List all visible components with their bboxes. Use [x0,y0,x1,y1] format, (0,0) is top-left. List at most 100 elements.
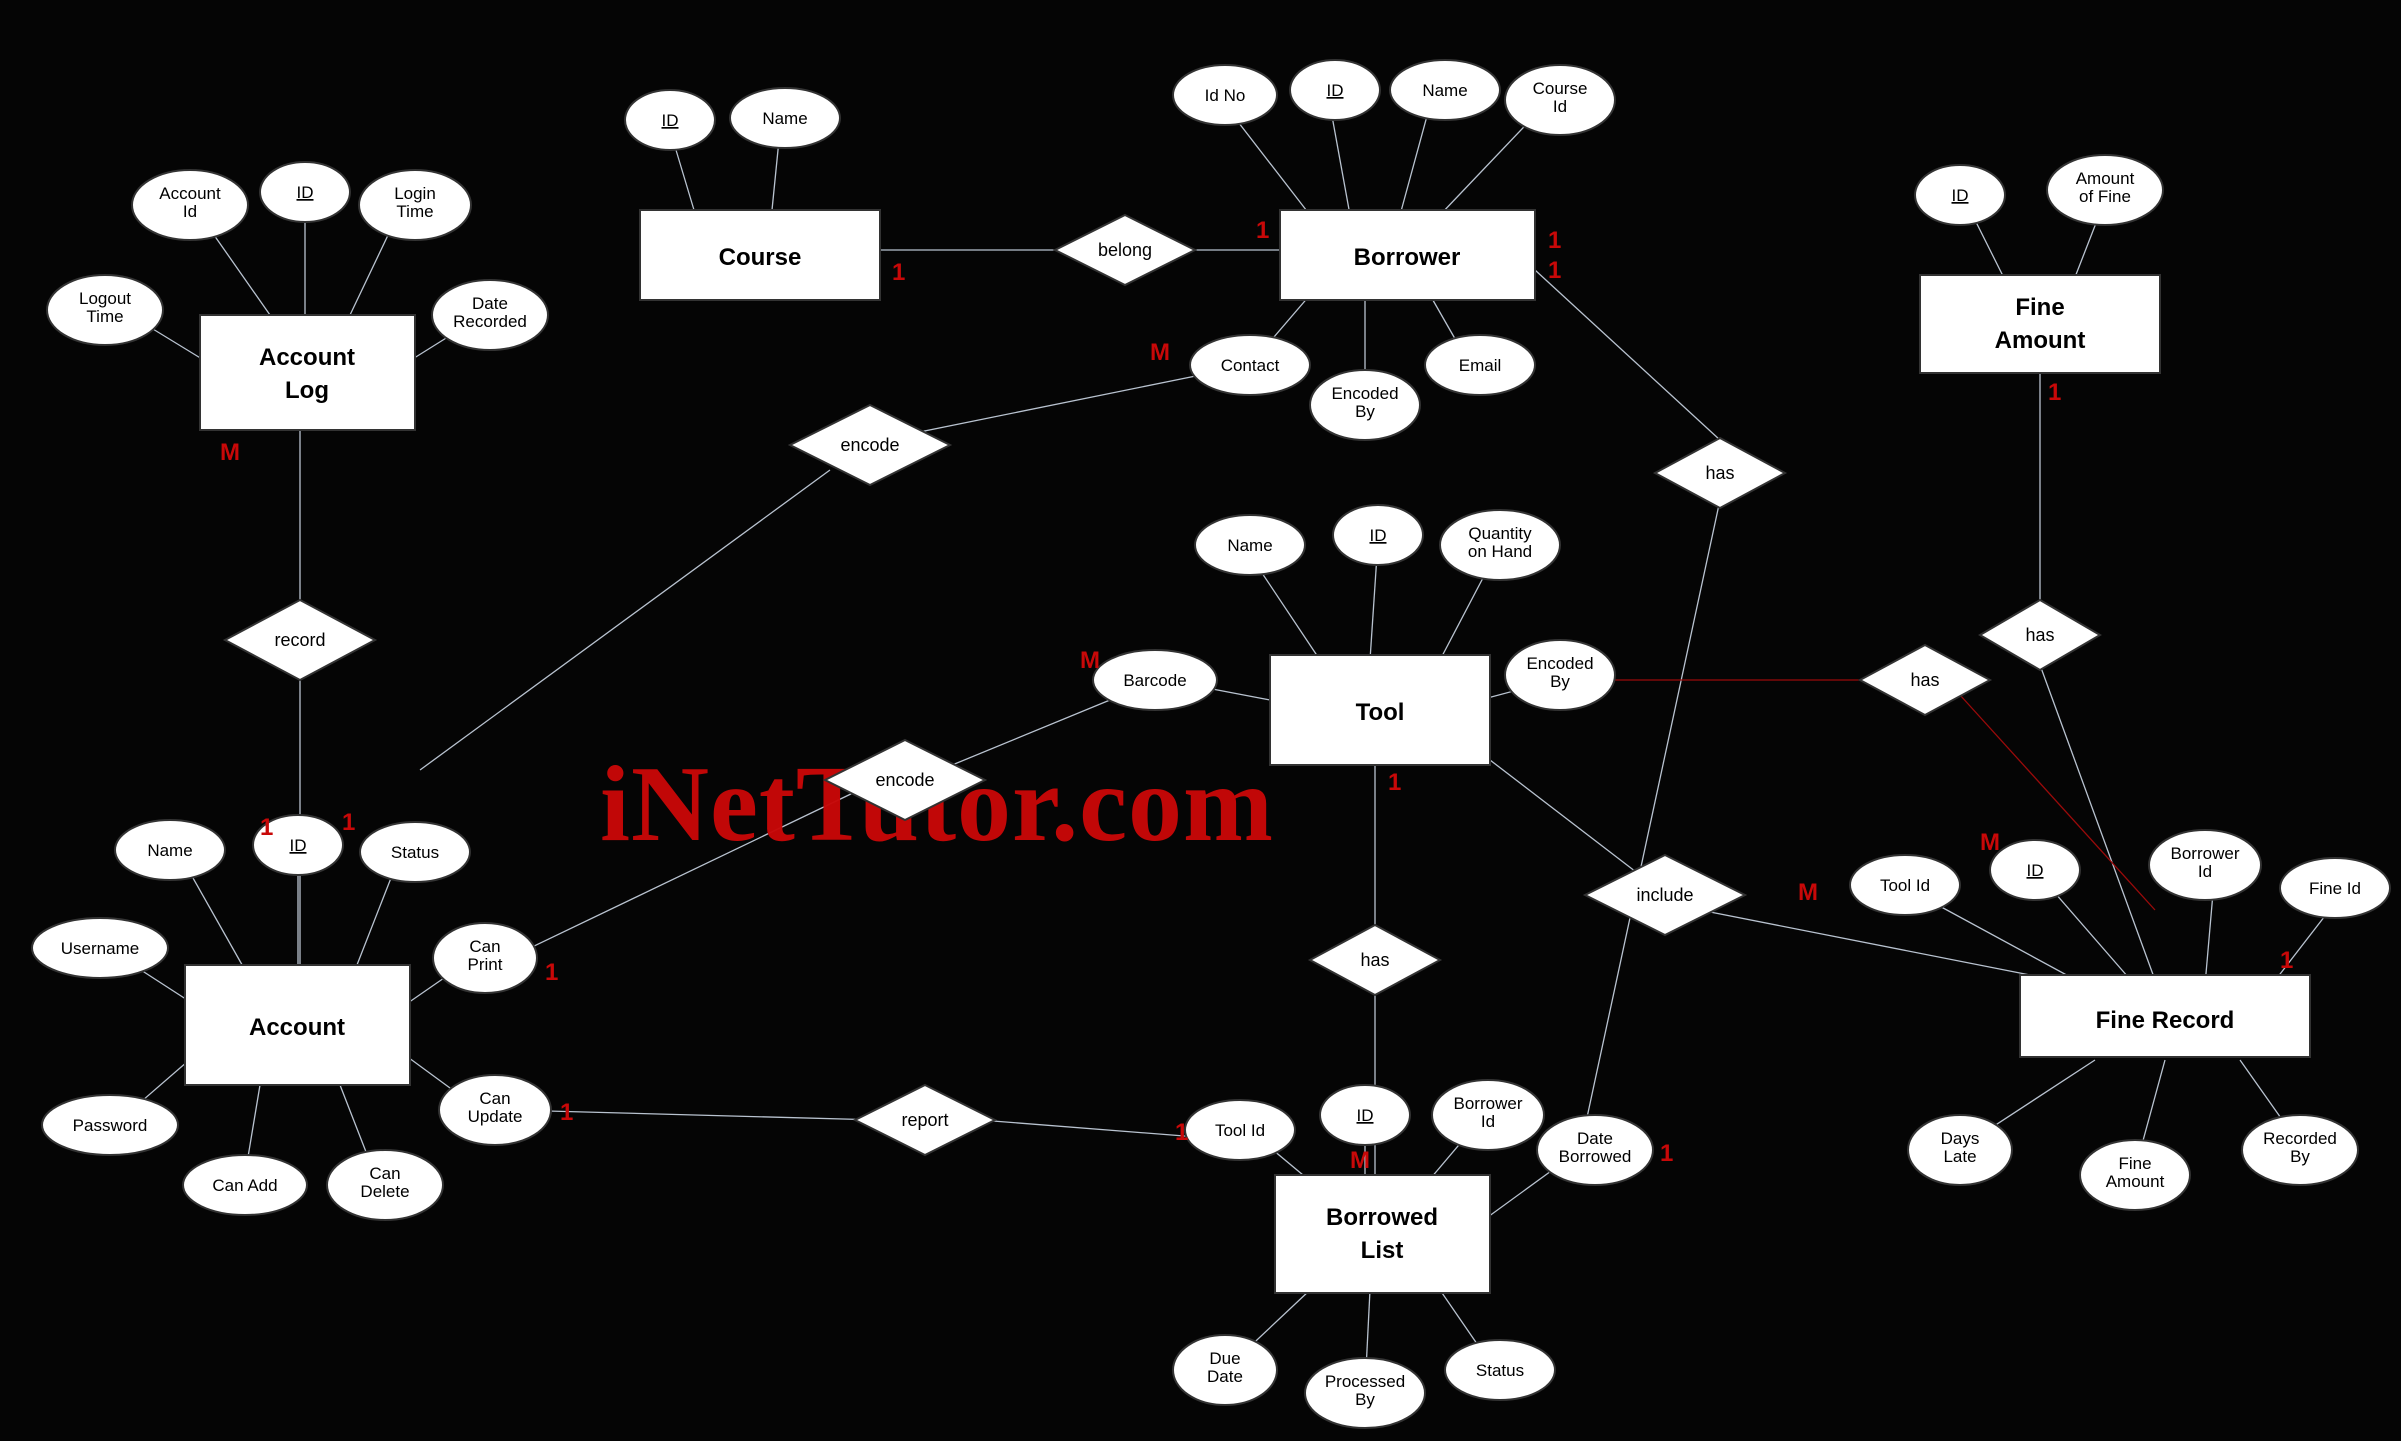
svg-text:Amount: Amount [1995,327,2086,354]
svg-text:Recorded: Recorded [2263,1129,2337,1148]
svg-text:Days: Days [1941,1129,1980,1148]
card-finerecord-has2: M [1980,829,2000,856]
attr-account-candelete: CanDelete [327,1150,443,1220]
svg-text:Date: Date [1207,1367,1243,1386]
rel-has-tool-list: has [1310,925,1440,995]
svg-text:Amount: Amount [2076,169,2135,188]
svg-text:Id: Id [1481,1112,1495,1131]
svg-text:Name: Name [147,841,192,860]
attr-blist-toolid: Tool Id [1185,1100,1295,1160]
svg-text:By: By [1550,672,1570,691]
svg-text:Id: Id [1553,97,1567,116]
attr-blist-processedby: ProcessedBy [1305,1358,1425,1428]
svg-text:Log: Log [285,377,329,404]
rel-has-fineamount-record: has [1980,600,2100,670]
entity-course: Course [640,210,880,300]
attr-account-canupdate: CanUpdate [439,1075,551,1145]
svg-text:Borrower: Borrower [1454,1094,1523,1113]
svg-text:Processed: Processed [1325,1372,1405,1391]
attr-blist-id: ID [1320,1085,1410,1145]
svg-text:Recorded: Recorded [453,312,527,331]
entity-fine-amount: Fine Amount [1920,275,2160,373]
svg-text:Login: Login [394,184,436,203]
card-account-encode: 1 [342,809,355,836]
attr-frec-fineamt: FineAmount [2080,1140,2190,1210]
rel-report: report [855,1085,995,1155]
attr-frec-toolid: Tool Id [1850,855,1960,915]
attr-account-canadd: Can Add [183,1155,307,1215]
rel-include: include [1585,855,1745,935]
card-account-record: 1 [260,814,273,841]
svg-text:has: has [1910,670,1939,690]
card-blist-has: M [1350,1147,1370,1174]
attr-blist-borrowerid: BorrowerId [1432,1080,1544,1150]
svg-text:Delete: Delete [360,1182,409,1201]
attr-borrower-courseid: CourseId [1505,65,1615,135]
card-borrower-encode: M [1150,339,1170,366]
attr-tool-qty: Quantityon Hand [1440,510,1560,580]
svg-text:Id: Id [183,202,197,221]
attr-borrower-name: Name [1390,60,1500,120]
svg-text:Id No: Id No [1205,86,1246,105]
svg-text:ID: ID [2027,861,2044,880]
attr-blist-status: Status [1445,1340,1555,1400]
card-borrower-belong: 1 [1256,217,1269,244]
card-tool-encode: M [1080,647,1100,674]
attr-account-status: Status [360,822,470,882]
card-fineamount-has: 1 [2048,379,2061,406]
attr-borrower-email: Email [1425,335,1535,395]
attr-borrower-id: ID [1290,60,1380,120]
svg-text:By: By [1355,1390,1375,1409]
svg-text:Logout: Logout [79,289,131,308]
svg-text:Late: Late [1943,1147,1976,1166]
svg-text:Status: Status [391,843,439,862]
attr-frec-id: ID [1990,840,2080,900]
attr-fineamount-amount: Amountof Fine [2047,155,2163,225]
rel-record: record [225,600,375,680]
svg-text:Encoded: Encoded [1526,654,1593,673]
attr-blist-duedate: DueDate [1173,1335,1277,1405]
attr-acclog-logouttime: LogoutTime [47,275,163,345]
svg-text:Barcode: Barcode [1123,671,1186,690]
card-frec-include: M [1798,879,1818,906]
entity-borrower: Borrower [1280,210,1535,300]
attr-frec-recordedby: RecordedBy [2242,1115,2358,1185]
card-course-belong: 1 [892,259,905,286]
svg-text:ID: ID [662,111,679,130]
svg-text:Borrower: Borrower [1354,244,1461,271]
svg-text:Fine Id: Fine Id [2309,879,2361,898]
svg-text:Contact: Contact [1221,356,1280,375]
svg-text:Course: Course [1533,79,1588,98]
svg-text:report: report [901,1110,948,1130]
svg-text:Password: Password [73,1116,148,1135]
card-account-report: 1 [560,1099,573,1126]
attr-course-name: Name [730,88,840,148]
svg-text:Borrowed: Borrowed [1559,1147,1632,1166]
attr-tool-encodedby: EncodedBy [1505,640,1615,710]
attr-tool-id: ID [1333,505,1423,565]
attr-frec-borrowerid: BorrowerId [2149,830,2261,900]
svg-text:ID: ID [1370,526,1387,545]
entity-account-log: Account Log [200,315,415,430]
svg-text:Print: Print [468,955,503,974]
svg-text:Name: Name [1422,81,1467,100]
svg-text:By: By [1355,402,1375,421]
svg-text:include: include [1636,885,1693,905]
card-blist-has2: 1 [1660,1140,1673,1167]
svg-text:Time: Time [396,202,433,221]
card-tool-has: 1 [1388,769,1401,796]
svg-text:Can: Can [469,937,500,956]
attr-course-id: ID [625,90,715,150]
attr-borrower-contact: Contact [1190,335,1310,395]
attr-account-name: Name [115,820,225,880]
svg-text:Username: Username [61,939,139,958]
svg-text:Date: Date [472,294,508,313]
svg-text:Name: Name [762,109,807,128]
attr-tool-barcode: Barcode [1093,650,1217,710]
attr-blist-dateborrowed: DateBorrowed [1537,1115,1653,1185]
rel-belong: belong [1055,215,1195,285]
svg-text:Encoded: Encoded [1331,384,1398,403]
attr-account-username: Username [32,918,168,978]
svg-text:ID: ID [1327,81,1344,100]
svg-text:ID: ID [1357,1106,1374,1125]
